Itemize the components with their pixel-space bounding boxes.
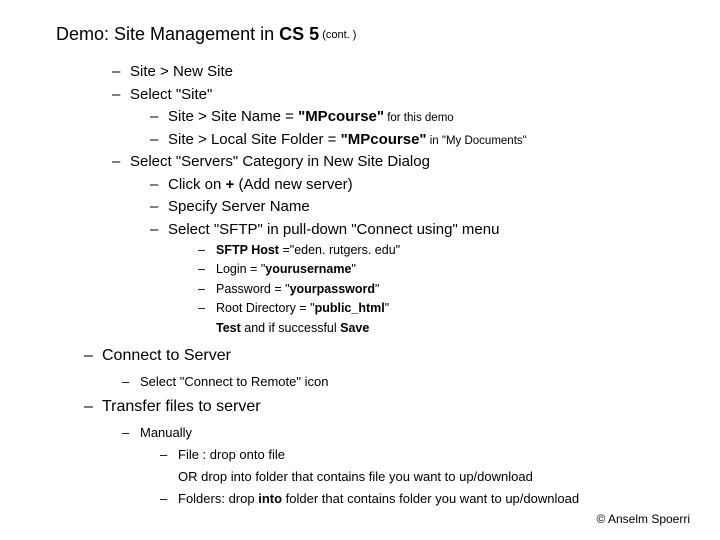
item-login: Login = "yourusername" [216,260,690,279]
item-test-save: Test and if successful Save [216,319,690,338]
outline-block-2: Connect to Server Select "Connect to Rem… [56,342,690,510]
t: folder that contains folder you want to … [282,491,579,506]
t: " [375,282,379,296]
t: " [385,301,389,315]
t: Select "SFTP" in pull-down "Connect usin… [168,221,499,238]
t: and if successful [241,321,340,335]
item-select-servers: Select "Servers" Category in New Site Di… [130,151,690,174]
t: SFTP Host [216,243,282,257]
t: Select "Connect to Remote" icon [140,374,328,389]
t: + [226,176,235,193]
item-connect-server: Connect to Server [102,342,690,371]
item-password: Password = "yourpassword" [216,280,690,299]
item-sftp-select: Select "SFTP" in pull-down "Connect usin… [168,219,690,242]
t: Folders: drop [178,491,258,506]
t: Password = " [216,282,290,296]
t: "MPcourse" [298,108,384,125]
t: ="eden. rutgers. edu" [282,243,400,257]
item-select-site: Select "Site" [130,84,690,107]
t: in "My Documents" [427,135,527,147]
slide-title: Demo: Site Management in CS 5 (cont. ) [56,24,690,45]
t: File : drop onto file [178,447,285,462]
t: Manually [140,425,192,440]
copyright: © Anselm Spoerri [596,512,690,526]
t: Login = " [216,262,265,276]
item-local-folder: Site > Local Site Folder = "MPcourse" in… [168,129,690,152]
title-suffix: (cont. ) [319,29,356,41]
t: public_html [315,301,385,315]
t: Connect to Server [102,347,231,364]
t: Save [340,321,369,335]
t: Specify Server Name [168,198,310,215]
item-add-server: Click on + (Add new server) [168,174,690,197]
t: Root Directory = " [216,301,315,315]
title-bold: CS 5 [279,24,319,44]
item-connect-remote: Select "Connect to Remote" icon [140,371,690,393]
item-server-name: Specify Server Name [168,196,690,219]
item-site-name: Site > Site Name = "MPcourse" for this d… [168,106,690,129]
text: Select "Site" [130,86,212,103]
t: (Add new server) [234,176,352,193]
t: Site > Local Site Folder = [168,131,341,148]
t: OR drop into folder that contains file y… [178,469,533,484]
title-prefix: Demo: Site Management in [56,24,279,44]
t: Test [216,321,241,335]
t: Click on [168,176,226,193]
t: Transfer files to server [102,398,261,415]
item-transfer: Transfer files to server [102,393,690,422]
t: for this demo [384,112,454,124]
t: yourpassword [290,282,375,296]
text: Site > New Site [130,63,233,80]
slide-container: Demo: Site Management in CS 5 (cont. ) S… [0,0,720,540]
item-site-new: Site > New Site [130,61,690,84]
item-sftp-host: SFTP Host ="eden. rutgers. edu" [216,241,690,260]
t: Select "Servers" Category in New Site Di… [130,153,430,170]
outline-block-1: Site > New Site Select "Site" Site > Sit… [56,61,690,338]
t: " [351,262,355,276]
item-file-drop: File : drop onto file OR drop into folde… [178,444,690,488]
item-manually: Manually [140,422,690,444]
t: Site > Site Name = [168,108,298,125]
t: into [258,491,282,506]
t: yourusername [265,262,351,276]
t: "MPcourse" [341,131,427,148]
item-root-dir: Root Directory = "public_html" [216,299,690,318]
item-folder-drop: Folders: drop into folder that contains … [178,488,690,510]
